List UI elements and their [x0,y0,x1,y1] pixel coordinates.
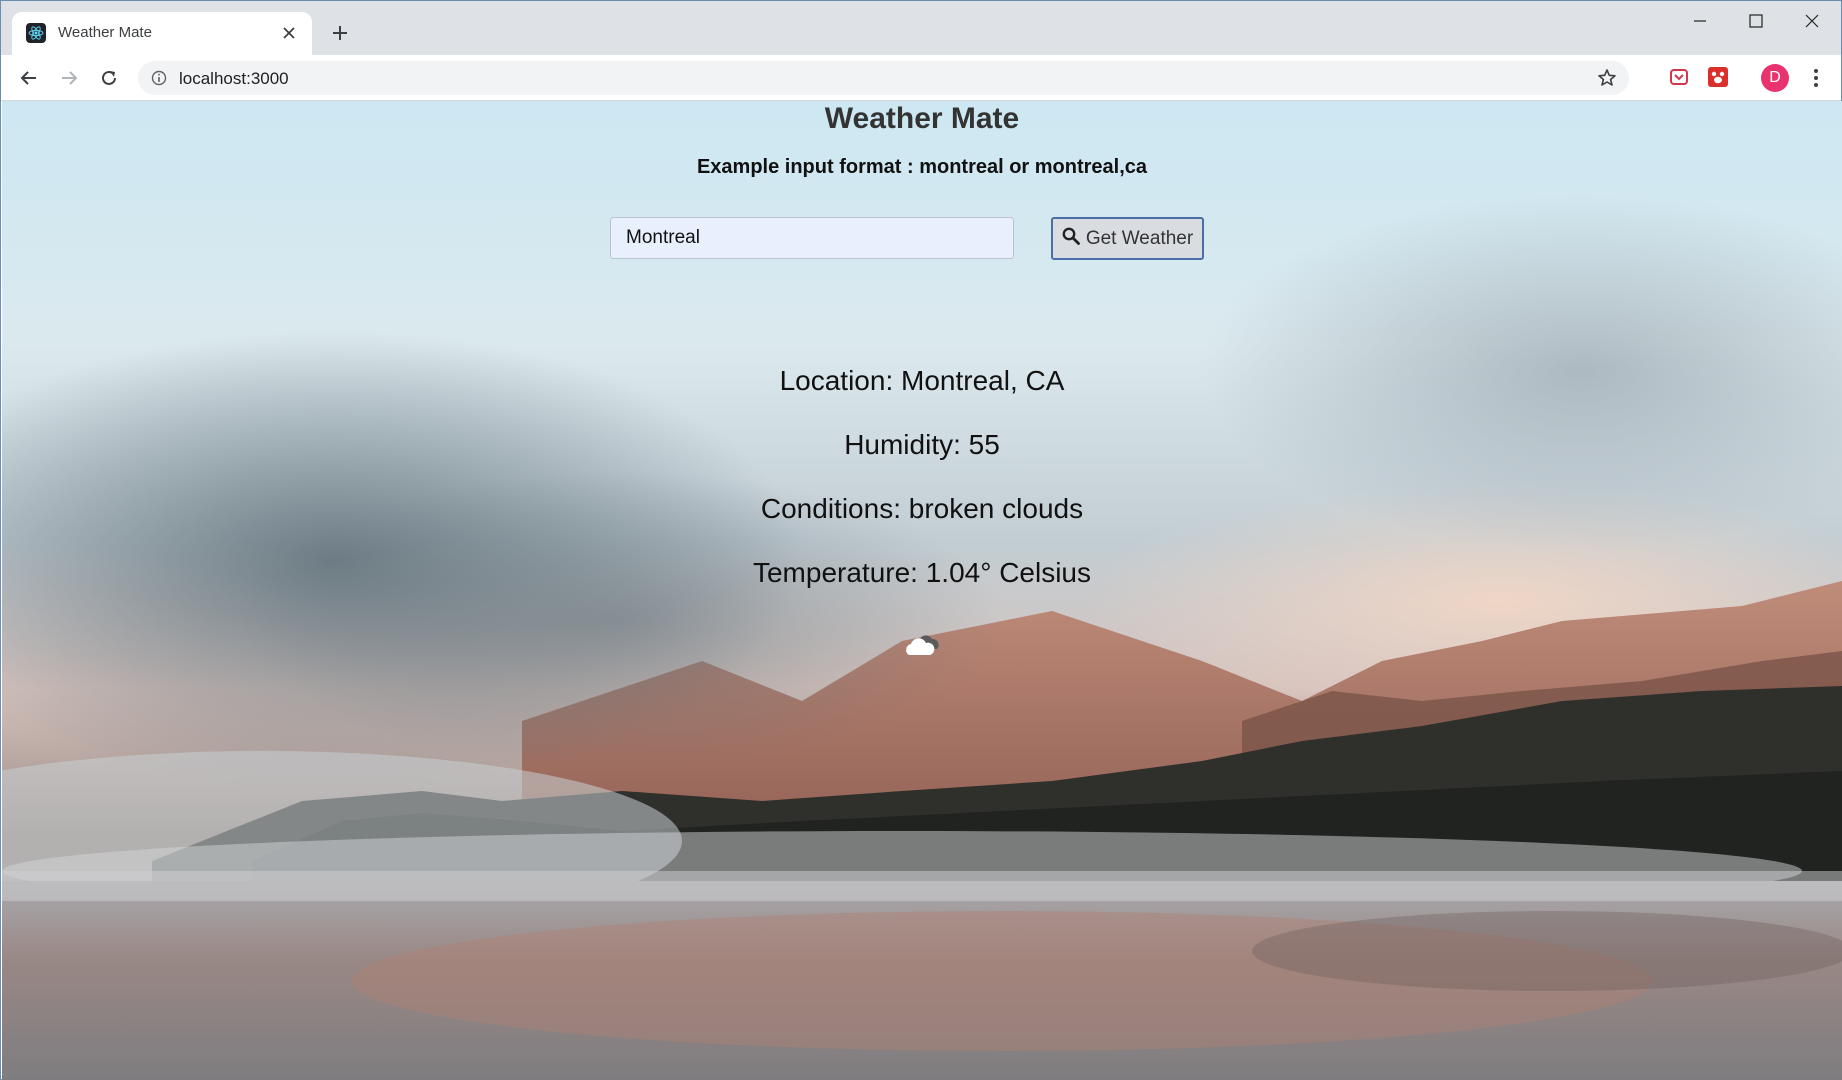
conditions-text: Conditions: broken clouds [760,493,1084,524]
maximize-icon[interactable] [1727,1,1785,41]
page-viewport: Weather Mate Example input format : mont… [2,101,1842,1080]
minimize-icon[interactable] [1671,1,1729,41]
new-tab-icon[interactable] [326,19,354,47]
forward-arrow-icon[interactable] [54,63,84,93]
paw-extension-icon[interactable] [1705,64,1731,90]
pocket-extension-icon[interactable] [1666,64,1692,90]
city-search-input[interactable] [610,217,1014,259]
tab-strip: Weather Mate [1,1,1841,55]
bookmark-star-icon[interactable] [1595,66,1619,90]
address-bar[interactable]: localhost:3000 [138,61,1629,95]
back-arrow-icon[interactable] [14,63,44,93]
url-text: localhost:3000 [179,69,289,88]
browser-window: Weather Mate localhost:3000 D Weather Ma… [0,0,1842,1080]
reload-icon[interactable] [94,63,124,93]
search-icon [1062,227,1080,251]
more-menu-icon[interactable] [1803,64,1829,92]
react-favicon-icon [26,23,46,43]
input-format-hint: Example input format : montreal or montr… [696,156,1148,178]
tab-title: Weather Mate [58,24,152,41]
browser-toolbar: localhost:3000 D [1,55,1841,101]
site-info-icon[interactable] [150,69,168,87]
page-title: Weather Mate [824,102,1020,135]
get-weather-button[interactable]: Get Weather [1051,217,1204,260]
temperature-text: Temperature: 1.04° Celsius [752,557,1092,588]
browser-tab[interactable]: Weather Mate [12,12,312,55]
get-weather-label: Get Weather [1085,227,1194,249]
location-text: Location: Montreal, CA [779,365,1065,396]
broken-clouds-icon [902,629,942,659]
close-window-icon[interactable] [1783,1,1841,41]
humidity-text: Humidity: 55 [844,429,1000,460]
close-tab-icon[interactable] [276,20,302,46]
profile-avatar[interactable]: D [1761,64,1789,92]
